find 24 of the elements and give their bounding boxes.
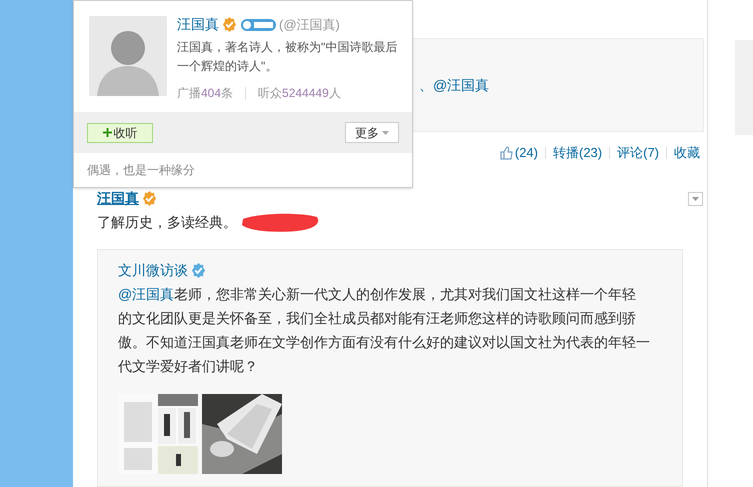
action-link[interactable]: 转播(23) bbox=[552, 143, 602, 163]
action-link[interactable]: 评论(7) bbox=[617, 143, 659, 163]
stat-text: 听众5244449人 bbox=[258, 85, 341, 102]
plus-icon bbox=[102, 128, 112, 137]
more-button[interactable]: 更多 bbox=[345, 122, 399, 143]
caret-icon bbox=[692, 196, 699, 200]
level-badge-icon bbox=[241, 18, 276, 30]
post-text: 了解历史，多读经典。 bbox=[97, 212, 237, 232]
stat-text: 广播404条 bbox=[177, 85, 234, 102]
profile-bio: 汪国真，著名诗人，被称为"中国诗歌最后一个辉煌的诗人"。 bbox=[177, 39, 398, 75]
mention-link[interactable]: 、@汪国真 bbox=[419, 74, 490, 96]
action-link[interactable]: 收藏 bbox=[674, 143, 700, 163]
mention-link[interactable]: @汪国真 bbox=[118, 286, 174, 302]
profile-handle: (@汪国真) bbox=[279, 16, 340, 34]
profile-name-link[interactable]: 汪国真 bbox=[177, 14, 219, 35]
author-link[interactable]: 汪国真 bbox=[97, 188, 139, 209]
profile-motto: 偶遇，也是一种缘分 bbox=[87, 162, 195, 179]
caret-icon bbox=[382, 130, 389, 134]
dropdown-button[interactable] bbox=[688, 192, 703, 206]
follow-button[interactable]: 收听 bbox=[87, 122, 153, 142]
author-link[interactable]: 文川微访谈 bbox=[118, 260, 188, 281]
like-button[interactable]: (24) bbox=[500, 143, 538, 163]
thumbs-up-icon bbox=[500, 146, 513, 160]
quote-text: @汪国真老师，您非常关心新一代文人的创作发展，尤其对我们国文社这样一个年轻的文化团队更是关怀备至，我们全社成员都对能有汪老师您这样的诗歌顾问而感到骄傲。不知道汪国真老师在文学创作方面有没有什么好的建议对以国文社为代表的年轻一代文学爱好者们讲呢？ bbox=[118, 285, 650, 376]
